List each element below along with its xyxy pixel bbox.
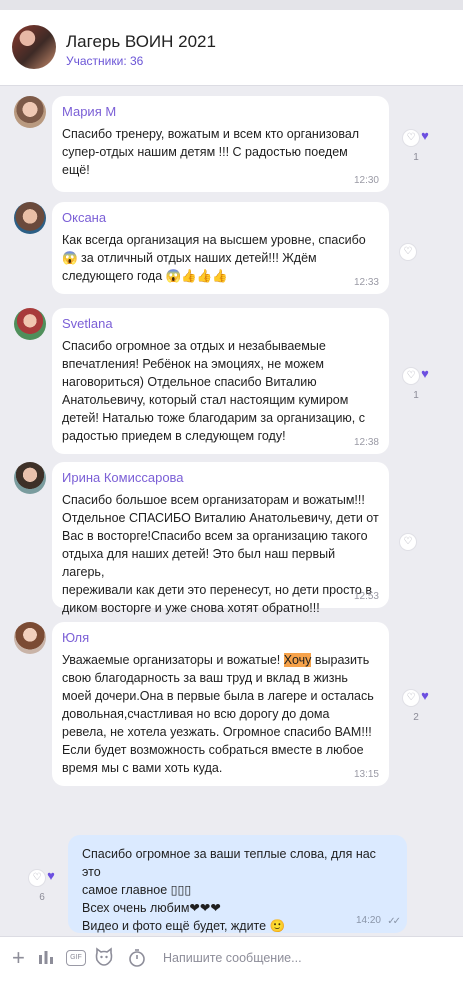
- reactions[interactable]: ♡ ♥ 2: [396, 688, 436, 723]
- group-title: Лагерь ВОИН 2021: [66, 32, 216, 51]
- message-bubble[interactable]: Оксана Как всегда организация на высшем …: [52, 202, 389, 294]
- sender-name[interactable]: Юля: [62, 630, 379, 645]
- heart-outline-icon[interactable]: ♡: [400, 244, 416, 260]
- reactions[interactable]: ♡ ♥ 1: [396, 128, 436, 163]
- message-bubble[interactable]: Svetlana Спасибо огромное за отдых и нез…: [52, 308, 389, 454]
- heart-filled-icon: ♥: [421, 366, 429, 381]
- avatar[interactable]: [14, 622, 46, 654]
- sender-name[interactable]: Мария М: [62, 104, 379, 119]
- sender-name[interactable]: Svetlana: [62, 316, 379, 331]
- avatar[interactable]: [14, 462, 46, 494]
- reaction-count: 6: [39, 892, 45, 903]
- heart-outline-icon[interactable]: ♡: [29, 870, 46, 886]
- reactions[interactable]: ♡: [388, 242, 428, 260]
- reactions[interactable]: ♡ ♥ 6: [22, 868, 62, 903]
- message-text: Спасибо тренеру, вожатым и всем кто орга…: [62, 127, 360, 177]
- heart-filled-icon: ♥: [47, 868, 55, 883]
- reactions[interactable]: ♡: [388, 532, 428, 550]
- message-text: Спасибо огромное за отдых и незабываемые…: [62, 339, 366, 443]
- reactions[interactable]: ♡ ♥ 1: [396, 366, 436, 401]
- heart-outline-icon[interactable]: ♡: [403, 690, 420, 706]
- heart-outline-icon[interactable]: ♡: [403, 368, 420, 384]
- message-bubble[interactable]: Ирина Комиссарова Спасибо большое всем о…: [52, 462, 389, 615]
- outgoing-message-bubble[interactable]: Спасибо огромное за ваши теплые слова, д…: [68, 835, 407, 933]
- top-strip: [0, 0, 463, 10]
- avatar[interactable]: [14, 308, 46, 340]
- poll-icon[interactable]: [37, 948, 55, 971]
- message-bubble[interactable]: Мария М Спасибо тренеру, вожатым и всем …: [52, 96, 389, 192]
- sender-name[interactable]: Оксана: [62, 210, 379, 225]
- reaction-count: 2: [413, 712, 419, 723]
- heart-filled-icon: ♥: [421, 688, 429, 703]
- message-input[interactable]: Напишите сообщение...: [163, 951, 302, 965]
- message-time: 13:15: [353, 769, 379, 780]
- plus-icon[interactable]: +: [12, 945, 25, 971]
- reaction-count: 1: [413, 390, 419, 401]
- message-time: 12:53: [353, 591, 379, 602]
- message-time: 12:30: [353, 175, 379, 186]
- chat-header[interactable]: Лагерь ВОИН 2021 Участники: 36: [0, 10, 463, 86]
- avatar[interactable]: [14, 96, 46, 128]
- gif-icon[interactable]: GIF: [66, 950, 86, 966]
- message-time: 14:20: [355, 915, 381, 926]
- avatar[interactable]: [14, 202, 46, 234]
- participants-count[interactable]: Участники: 36: [66, 54, 143, 68]
- message-text: Спасибо огромное за ваши теплые слова, д…: [82, 847, 376, 933]
- sticker-icon[interactable]: [94, 947, 114, 972]
- heart-outline-icon[interactable]: ♡: [403, 130, 420, 146]
- message-list[interactable]: Мария М Спасибо тренеру, вожатым и всем …: [0, 86, 463, 936]
- heart-outline-icon[interactable]: ♡: [400, 534, 416, 550]
- reaction-count: 1: [413, 152, 419, 163]
- message-time: 12:38: [353, 437, 379, 448]
- heart-filled-icon: ♥: [421, 128, 429, 143]
- message-composer[interactable]: + GIF Напишите сообщение...: [0, 936, 463, 984]
- sender-name[interactable]: Ирина Комиссарова: [62, 470, 379, 485]
- message-text: Спасибо большое всем организаторам и вож…: [62, 493, 379, 615]
- message-time: 12:33: [353, 277, 379, 288]
- message-text: Уважаемые организаторы и вожатые! Хочу в…: [62, 653, 374, 775]
- read-receipt-icon: ✓✓: [387, 916, 401, 927]
- message-text: Как всегда организация на высшем уровне,…: [62, 233, 366, 283]
- group-avatar[interactable]: [12, 25, 56, 69]
- timer-icon[interactable]: [127, 948, 147, 973]
- message-bubble[interactable]: Юля Уважаемые организаторы и вожатые! Хо…: [52, 622, 389, 786]
- highlighted-word: Хочу: [283, 653, 312, 667]
